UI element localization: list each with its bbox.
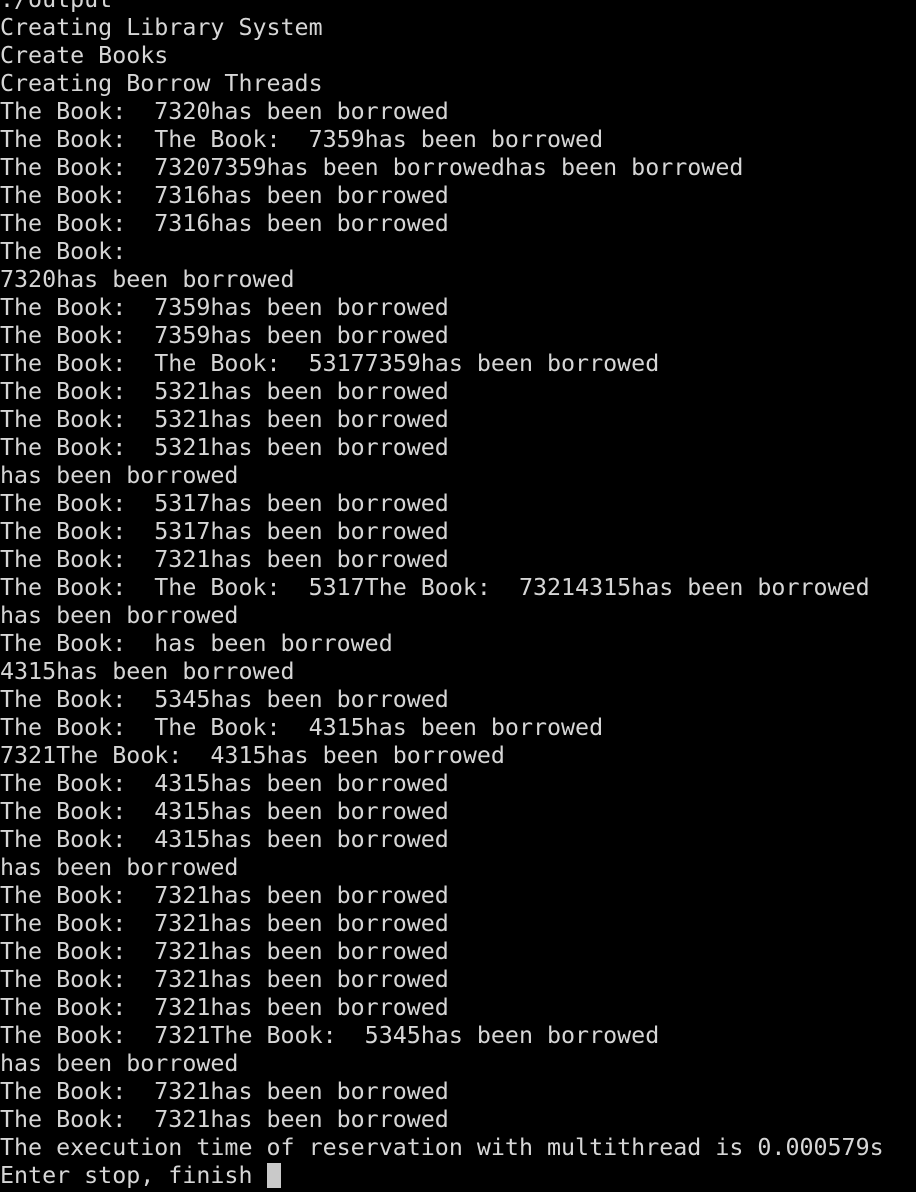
terminal-output-line: The Book: 7321has been borrowed bbox=[0, 966, 449, 993]
terminal-output-line: The Book: The Book: 53177359has been bor… bbox=[0, 350, 660, 377]
terminal-output-line: The Book: 5321has been borrowed bbox=[0, 434, 449, 461]
terminal-output-line: The Book: 4315has been borrowed bbox=[0, 770, 449, 797]
terminal-output-line: The Book: bbox=[0, 238, 155, 265]
terminal-output-line: The Book: The Book: 5317The Book: 732143… bbox=[0, 574, 870, 601]
terminal-output-line: Creating Borrow Threads bbox=[0, 70, 323, 97]
terminal-output-line: 4315has been borrowed bbox=[0, 658, 295, 685]
terminal-output-line: The Book: 7321has been borrowed bbox=[0, 910, 449, 937]
terminal-output-line: The Book: 5321has been borrowed bbox=[0, 406, 449, 433]
terminal-output-line: Creating Library System bbox=[0, 14, 323, 41]
terminal-output-line: The Book: 5317has been borrowed bbox=[0, 490, 449, 517]
terminal-output-line: The Book: 7316has been borrowed bbox=[0, 210, 449, 237]
terminal-output-line: The Book: 7321has been borrowed bbox=[0, 882, 449, 909]
text-cursor[interactable] bbox=[266, 1163, 281, 1188]
terminal-output-line: The Book: 4315has been borrowed bbox=[0, 798, 449, 825]
terminal-output-line: The Book: has been borrowed bbox=[0, 630, 393, 657]
terminal-output-line: The Book: 5321has been borrowed bbox=[0, 378, 449, 405]
terminal-output-line: Create Books bbox=[0, 42, 169, 69]
terminal-output-line: The Book: 7321has been borrowed bbox=[0, 994, 449, 1021]
terminal-window[interactable]: ./outputCreating Library SystemCreate Bo… bbox=[0, 0, 916, 1192]
terminal-output-line: The Book: 5345has been borrowed bbox=[0, 686, 449, 713]
terminal-output-line: The Book: 7321has been borrowed bbox=[0, 1078, 449, 1105]
terminal-output-line: ./output bbox=[0, 0, 916, 14]
terminal-output-line: The Book: 4315has been borrowed bbox=[0, 826, 449, 853]
terminal-output-line: The Book: 7321The Book: 5345has been bor… bbox=[0, 1022, 660, 1049]
terminal-output-line: The Book: 7359has been borrowed bbox=[0, 322, 449, 349]
terminal-output-line: The execution time of reservation with m… bbox=[0, 1134, 884, 1161]
prompt-text: Enter stop, finish bbox=[0, 1162, 267, 1189]
terminal-output-line: has been borrowed bbox=[0, 1050, 239, 1077]
terminal-output-line: The Book: 5317has been borrowed bbox=[0, 518, 449, 545]
prompt-line[interactable]: Enter stop, finish bbox=[0, 1162, 916, 1190]
terminal-output: ./outputCreating Library SystemCreate Bo… bbox=[0, 0, 916, 1190]
terminal-output-line: The Book: The Book: 4315has been borrowe… bbox=[0, 714, 604, 741]
terminal-output-line: The Book: 7320has been borrowed bbox=[0, 98, 449, 125]
terminal-output-line: The Book: 73207359has been borrowedhas b… bbox=[0, 154, 744, 181]
terminal-output-line: has been borrowed bbox=[0, 462, 239, 489]
terminal-output-line: has been borrowed bbox=[0, 854, 239, 881]
terminal-output-line: The Book: 7321has been borrowed bbox=[0, 938, 449, 965]
terminal-output-line: The Book: 7316has been borrowed bbox=[0, 182, 449, 209]
terminal-output-line: The Book: The Book: 7359has been borrowe… bbox=[0, 126, 604, 153]
terminal-output-line: 7321The Book: 4315has been borrowed bbox=[0, 742, 505, 769]
terminal-output-line: 7320has been borrowed bbox=[0, 266, 295, 293]
terminal-output-line: The Book: 7359has been borrowed bbox=[0, 294, 449, 321]
terminal-output-line: The Book: 7321has been borrowed bbox=[0, 1106, 449, 1133]
terminal-output-line: has been borrowed bbox=[0, 602, 239, 629]
terminal-output-line: The Book: 7321has been borrowed bbox=[0, 546, 449, 573]
